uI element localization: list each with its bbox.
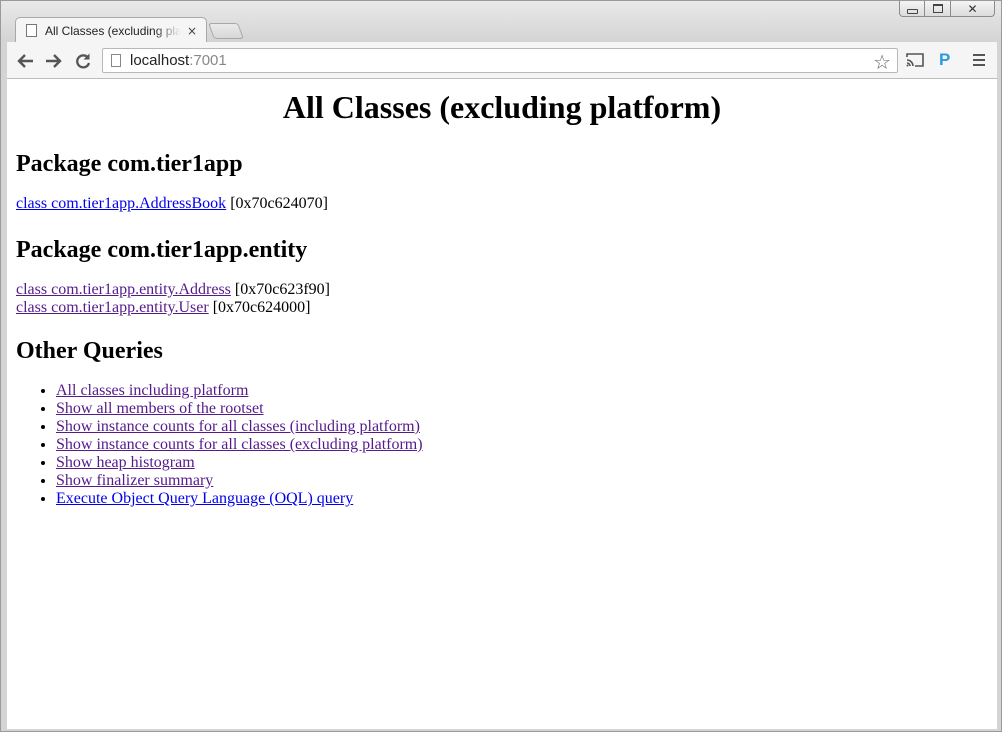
maximize-icon bbox=[932, 4, 943, 13]
list-item: Show finalizer summary bbox=[56, 472, 988, 490]
other-queries-list: All classes including platform Show all … bbox=[16, 382, 988, 508]
arrow-right-icon bbox=[46, 54, 62, 68]
back-button[interactable] bbox=[14, 51, 36, 71]
window-controls: ✕ bbox=[899, 1, 995, 18]
class-entry: class com.tier1app.entity.User [0x70c624… bbox=[16, 299, 988, 317]
browser-tab[interactable]: All Classes (excluding platform) × bbox=[15, 17, 207, 43]
list-item: Show instance counts for all classes (ex… bbox=[56, 436, 988, 454]
list-item: All classes including platform bbox=[56, 382, 988, 400]
address-bar[interactable]: localhost:7001 ☆ bbox=[102, 48, 898, 74]
class-entry: class com.tier1app.AddressBook [0x70c624… bbox=[16, 195, 988, 213]
package-heading: Package com.tier1app.entity bbox=[16, 237, 308, 263]
url-text[interactable]: localhost:7001 bbox=[130, 52, 227, 69]
menu-icon[interactable] bbox=[973, 54, 985, 66]
list-item: Execute Object Query Language (OQL) quer… bbox=[56, 490, 988, 508]
url-port: :7001 bbox=[189, 52, 227, 69]
query-link[interactable]: Show heap histogram bbox=[56, 454, 195, 471]
reload-icon bbox=[76, 53, 91, 69]
query-link[interactable]: Execute Object Query Language (OQL) quer… bbox=[56, 490, 353, 507]
class-address: [0x70c623f90] bbox=[234, 281, 330, 298]
list-item: Show heap histogram bbox=[56, 454, 988, 472]
tab-close-icon[interactable]: × bbox=[187, 24, 197, 38]
other-queries-heading: Other Queries bbox=[16, 338, 163, 364]
maximize-button[interactable] bbox=[925, 1, 951, 17]
class-link[interactable]: class com.tier1app.AddressBook bbox=[16, 195, 226, 212]
query-link[interactable]: All classes including platform bbox=[56, 382, 248, 399]
browser-window: ✕ All Classes (excluding platform) × l bbox=[0, 0, 1002, 732]
close-icon: ✕ bbox=[967, 1, 978, 16]
page-icon bbox=[111, 54, 121, 67]
browser-toolbar: localhost:7001 ☆ P bbox=[7, 42, 997, 79]
tab-title: All Classes (excluding platform) bbox=[45, 23, 181, 38]
class-link[interactable]: class com.tier1app.entity.User bbox=[16, 299, 209, 316]
minimize-icon bbox=[906, 8, 918, 14]
extension-p-icon[interactable]: P bbox=[939, 50, 950, 70]
page-icon bbox=[26, 24, 37, 37]
class-address: [0x70c624000] bbox=[212, 299, 311, 316]
reload-button[interactable] bbox=[72, 51, 94, 71]
forward-button[interactable] bbox=[43, 51, 65, 71]
url-host: localhost bbox=[130, 52, 190, 69]
query-link[interactable]: Show finalizer summary bbox=[56, 472, 213, 489]
page-title: All Classes (excluding platform) bbox=[282, 89, 722, 125]
class-list: class com.tier1app.AddressBook [0x70c624… bbox=[16, 195, 988, 213]
query-link[interactable]: Show instance counts for all classes (ex… bbox=[56, 436, 423, 453]
query-link[interactable]: Show instance counts for all classes (in… bbox=[56, 418, 420, 435]
bookmark-star-icon[interactable]: ☆ bbox=[873, 50, 891, 74]
arrow-left-icon bbox=[17, 54, 33, 68]
list-item: Show instance counts for all classes (in… bbox=[56, 418, 988, 436]
class-list: class com.tier1app.entity.Address [0x70c… bbox=[16, 281, 988, 317]
class-address: [0x70c624070] bbox=[230, 195, 328, 212]
window-close-button[interactable]: ✕ bbox=[951, 1, 995, 17]
class-entry: class com.tier1app.entity.Address [0x70c… bbox=[16, 281, 988, 299]
new-tab-button[interactable] bbox=[208, 23, 244, 39]
package-heading: Package com.tier1app bbox=[16, 151, 243, 177]
page-viewport: All Classes (excluding platform) Package… bbox=[7, 79, 997, 729]
class-link[interactable]: class com.tier1app.entity.Address bbox=[16, 281, 231, 298]
minimize-button[interactable] bbox=[899, 1, 925, 17]
query-link[interactable]: Show all members of the rootset bbox=[56, 400, 264, 417]
list-item: Show all members of the rootset bbox=[56, 400, 988, 418]
cast-icon[interactable] bbox=[906, 53, 924, 67]
